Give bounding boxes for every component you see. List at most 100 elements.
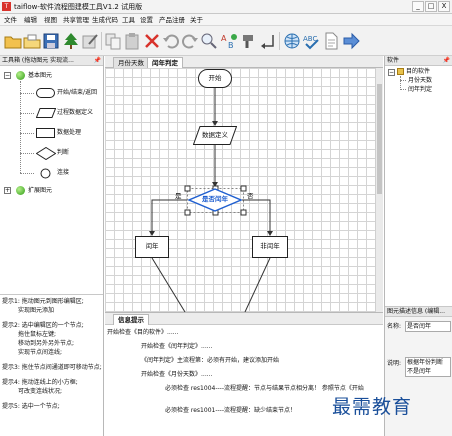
spell-check-icon[interactable]: ABC	[302, 32, 320, 50]
minimize-button[interactable]: _	[412, 1, 424, 12]
undo-icon[interactable]	[162, 32, 180, 50]
collapse-toggle-basic[interactable]: −	[4, 72, 11, 79]
tab-month-days[interactable]: 月份天数	[113, 57, 149, 68]
menu-share[interactable]: 共享管理	[63, 15, 89, 25]
copy-icon[interactable]	[104, 32, 122, 50]
menu-edit[interactable]: 编辑	[24, 15, 37, 25]
tool-item-data-processing[interactable]: 数据处理	[57, 128, 81, 137]
globe-icon[interactable]	[283, 32, 301, 50]
decision-node-label: 是否闰年	[202, 195, 228, 203]
branch-label-no: 否	[247, 192, 254, 200]
menu-tools[interactable]: 工具	[122, 15, 135, 25]
open-folder-icon[interactable]	[4, 32, 22, 50]
basic-shapes-icon	[16, 71, 25, 80]
pin-icon[interactable]: 📌	[94, 56, 101, 66]
document-tabs: 月份天数 闰年判定	[105, 56, 383, 68]
log-line: 开始检查《闰年判定》......	[141, 343, 213, 350]
tool-item-connector[interactable]: 连接	[57, 168, 69, 177]
menu-about[interactable]: 关于	[190, 15, 203, 25]
app-icon: T	[2, 2, 11, 11]
tab-info[interactable]: 信息提示	[113, 314, 149, 325]
terminator-shape-icon[interactable]	[36, 88, 56, 101]
extended-shapes-icon	[16, 186, 25, 195]
collapse-toggle-project[interactable]: −	[388, 69, 395, 76]
message-tabs: 信息提示	[105, 313, 383, 325]
svg-text:B: B	[228, 41, 234, 50]
project-panel: 软件 📌 − 目的软件 月份天数 闰年判定 图元描述信息 (编辑... 名称: …	[384, 56, 452, 436]
paste-icon[interactable]	[123, 32, 141, 50]
save-icon[interactable]	[42, 32, 60, 50]
expand-toggle-extended[interactable]: +	[4, 187, 11, 194]
folder-icon	[397, 68, 404, 75]
hint-line: 提示3: 拖住节点间通道即可移动节点;	[2, 364, 102, 371]
pin-icon[interactable]: 📌	[443, 56, 450, 66]
title-bar: T taiflow-软件流程图建模工具V1.2 试用版 _ □ X	[0, 0, 452, 14]
menu-register[interactable]: 产品注册	[159, 15, 185, 25]
log-line: 开始检查《月份天数》......	[141, 371, 213, 378]
leap-year-node-label: 闰年	[145, 242, 159, 250]
tool-item-decision[interactable]: 判断	[57, 148, 69, 157]
delete-icon[interactable]	[143, 32, 161, 50]
diagram-canvas[interactable]: 开始 数据定义 是否闰年 是 否 闰年 非闰年	[105, 68, 375, 312]
toolbar-separator	[101, 32, 102, 50]
open-file-icon[interactable]	[23, 32, 41, 50]
hint-area: 提示1: 拖动图元到图形编辑区; 实现图元添加 提示2: 选中编辑区的一个节点;…	[0, 294, 103, 436]
tab-leap-year[interactable]: 闰年判定	[147, 57, 183, 68]
menu-file[interactable]: 文件	[4, 15, 17, 25]
menu-settings[interactable]: 设置	[140, 15, 153, 25]
data-definition-node-label: 数据定义	[202, 131, 228, 139]
maximize-button[interactable]: □	[425, 1, 437, 12]
log-line: 《闰年判定》主流程第：必须有开始，建议添加开始	[141, 357, 280, 364]
paint-icon[interactable]	[239, 32, 257, 50]
hint-line: 实现节点间连线;	[18, 349, 63, 356]
arrow-corner-icon[interactable]	[259, 32, 277, 50]
menu-generate-code[interactable]: 生成代码	[92, 15, 118, 25]
redo-icon[interactable]	[181, 32, 199, 50]
toolbar: AB ABC	[0, 26, 452, 56]
tree-node-month-days[interactable]: 月份天数	[408, 76, 432, 85]
menu-view[interactable]: 视图	[44, 15, 57, 25]
vertical-scrollbar[interactable]	[375, 68, 383, 312]
description-field[interactable]: 根据年份判断 不是闰年	[405, 357, 451, 377]
property-header-label: 图元描述信息 (编辑...	[387, 308, 445, 315]
project-header-label: 软件	[387, 57, 400, 64]
tool-item-start-end[interactable]: 开始/结束/返回	[57, 88, 97, 97]
tree-node-basic-shapes[interactable]: 基本图元	[28, 71, 52, 80]
svg-text:A: A	[221, 34, 227, 43]
log-line: 必须检查 res1001----流程提醒：缺少结束节点！	[165, 407, 296, 414]
rectangle-shape-icon[interactable]	[36, 128, 56, 141]
toolbox-header-label: 工具箱 (拖动图元 实现流...	[2, 57, 74, 64]
tool-item-data-definition[interactable]: 过程数据定义	[57, 108, 93, 117]
start-node-label: 开始	[208, 74, 222, 82]
not-leap-year-node-label: 非闰年	[260, 242, 280, 250]
tree-node-extended-shapes[interactable]: 扩展图元	[28, 186, 52, 195]
branch-label-yes: 是	[175, 192, 182, 200]
toolbar-separator	[279, 32, 280, 50]
name-field[interactable]: 是否闰年	[405, 321, 451, 332]
hint-line: 提示1: 拖动图元到图形编辑区;	[2, 298, 84, 305]
watermark-text: 最需教育	[332, 396, 413, 418]
tree-icon[interactable]	[62, 32, 80, 50]
edit-icon[interactable]	[81, 32, 99, 50]
close-button[interactable]: X	[438, 1, 450, 12]
tree-node-project-root[interactable]: 目的软件	[406, 67, 430, 76]
hint-line: 提示5: 选中一个节点;	[2, 403, 60, 410]
menu-bar: 文件 编辑 视图 共享管理 生成代码 工具 设置 产品注册 关于	[0, 14, 452, 26]
log-line: 必须检查 res1004----流程提醒：节点与结果节点相分离！ 参照节点《开始	[165, 385, 364, 392]
hint-line: 提示4: 拖动连线上的小方框;	[2, 379, 78, 386]
circle-shape-icon[interactable]	[40, 168, 51, 181]
tree-node-leap-year[interactable]: 闰年判定	[408, 85, 432, 94]
code-generate-icon[interactable]: AB	[220, 32, 238, 50]
document-icon[interactable]	[322, 32, 340, 50]
log-line: 开始检查《目的软件》......	[107, 329, 179, 336]
scrollbar-thumb[interactable]	[377, 84, 382, 194]
parallelogram-shape-icon[interactable]	[35, 108, 57, 121]
name-label: 名称:	[387, 323, 402, 330]
diamond-shape-icon[interactable]	[35, 146, 57, 162]
flowchart-editor: 月份天数 闰年判定 开始 数据定义 是否闰年 是 否 闰年 非闰年	[105, 56, 383, 312]
zoom-icon[interactable]	[200, 32, 218, 50]
hint-line: 实现图元添加	[18, 307, 55, 314]
property-header: 图元描述信息 (编辑...	[385, 307, 452, 317]
toolbox-header: 工具箱 (拖动图元 实现流...	[0, 56, 103, 66]
forward-arrow-icon[interactable]	[342, 32, 360, 50]
